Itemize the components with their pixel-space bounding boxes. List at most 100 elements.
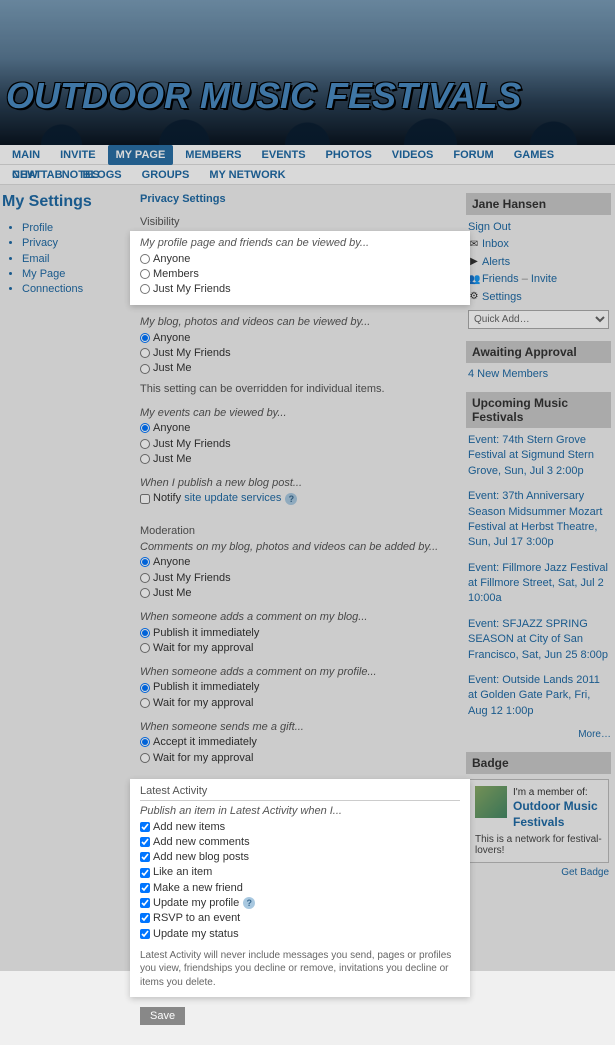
settings-nav-privacy[interactable]: Privacy xyxy=(22,237,58,249)
badge-description: This is a network for festival-lovers! xyxy=(475,834,602,856)
inbox-link[interactable]: Inbox xyxy=(482,237,509,252)
latest-activity-label-4: Make a new friend xyxy=(153,881,243,895)
events-visibility-radio-2[interactable] xyxy=(140,454,150,464)
help-icon[interactable]: ? xyxy=(243,897,255,909)
nav-photos[interactable]: PHOTOS xyxy=(318,145,380,165)
blog-visibility-label-1: Just My Friends xyxy=(153,346,231,360)
profile-comment-mod-radio-1[interactable] xyxy=(140,698,150,708)
override-note: This setting can be overridden for indiv… xyxy=(140,382,460,396)
badge-member-of: I'm a member of: xyxy=(513,786,602,799)
latest-activity-label-5: Update my profile xyxy=(153,896,239,910)
question-gift: When someone sends me a gift... xyxy=(140,720,460,734)
primary-nav: MAININVITEMY PAGEMEMBERSEVENTSPHOTOSVIDE… xyxy=(0,145,615,165)
profile-comment-mod-radio-0[interactable] xyxy=(140,683,150,693)
gift-mod-label-1: Wait for my approval xyxy=(153,751,253,765)
question-blog-visibility: My blog, photos and videos can be viewed… xyxy=(140,315,460,329)
save-button[interactable]: Save xyxy=(140,1007,185,1025)
settings-nav-email[interactable]: Email xyxy=(22,253,50,265)
question-profile-comment: When someone adds a comment on my profil… xyxy=(140,665,460,679)
latest-activity-checkbox-4[interactable] xyxy=(140,883,150,893)
profile-visibility-label-0: Anyone xyxy=(153,252,190,266)
blog-visibility-radio-2[interactable] xyxy=(140,364,150,374)
latest-activity-block: Latest Activity Publish an item in Lates… xyxy=(130,779,470,997)
question-blog-comment: When someone adds a comment on my blog..… xyxy=(140,610,460,624)
latest-activity-checkbox-1[interactable] xyxy=(140,837,150,847)
event-link-1[interactable]: Event: 37th Anniversary Season Midsummer… xyxy=(468,490,603,548)
latest-activity-label-1: Add new comments xyxy=(153,835,250,849)
events-visibility-radio-1[interactable] xyxy=(140,439,150,449)
awaiting-approval-header: Awaiting Approval xyxy=(466,341,611,363)
subnav-new-tab[interactable]: NEW TAB xyxy=(4,165,71,185)
profile-visibility-radio-1[interactable] xyxy=(140,269,150,279)
comments-by-radio-0[interactable] xyxy=(140,557,150,567)
gift-mod-label-0: Accept it immediately xyxy=(153,735,257,749)
latest-activity-label-6: RSVP to an event xyxy=(153,911,240,925)
events-visibility-label-0: Anyone xyxy=(153,421,190,435)
latest-activity-label-7: Update my status xyxy=(153,927,239,941)
nav-forum[interactable]: FORUM xyxy=(445,145,501,165)
nav-invite[interactable]: INVITE xyxy=(52,145,103,165)
events-visibility-radio-0[interactable] xyxy=(140,423,150,433)
help-icon[interactable]: ? xyxy=(285,493,297,505)
subnav-my-network[interactable]: MY NETWORK xyxy=(201,165,293,185)
quick-add-select[interactable]: Quick Add… xyxy=(468,310,609,329)
badge-avatar xyxy=(475,786,507,818)
friends-link[interactable]: Friends xyxy=(482,272,519,287)
settings-nav-connections[interactable]: Connections xyxy=(22,283,83,295)
event-link-4[interactable]: Event: Outside Lands 2011 at Golden Gate… xyxy=(468,674,600,717)
signout-link[interactable]: Sign Out xyxy=(468,220,511,235)
invite-link[interactable]: Invite xyxy=(531,272,557,287)
gift-mod-radio-0[interactable] xyxy=(140,737,150,747)
question-latest-activity: Publish an item in Latest Activity when … xyxy=(140,804,460,818)
secondary-nav: NEW TABBLOGSGROUPSMY NETWORK xyxy=(0,165,615,185)
comments-by-radio-1[interactable] xyxy=(140,573,150,583)
site-title: OUTDOOR MUSIC FESTIVALS xyxy=(6,75,521,117)
settings-link[interactable]: Settings xyxy=(482,290,522,305)
notify-services-link[interactable]: site update services xyxy=(184,492,281,504)
privacy-heading: Privacy Settings xyxy=(140,193,460,205)
event-link-0[interactable]: Event: 74th Stern Grove Festival at Sigm… xyxy=(468,434,594,477)
comments-by-label-0: Anyone xyxy=(153,555,190,569)
settings-nav-profile[interactable]: Profile xyxy=(22,222,53,234)
latest-activity-checkbox-3[interactable] xyxy=(140,868,150,878)
nav-members[interactable]: MEMBERS xyxy=(177,145,249,165)
profile-comment-mod-label-1: Wait for my approval xyxy=(153,696,253,710)
nav-games[interactable]: GAMES xyxy=(506,145,562,165)
comments-by-label-2: Just Me xyxy=(153,586,192,600)
profile-visibility-radio-0[interactable] xyxy=(140,254,150,264)
blog-comment-mod-label-1: Wait for my approval xyxy=(153,641,253,655)
latest-activity-checkbox-7[interactable] xyxy=(140,929,150,939)
blog-comment-mod-radio-0[interactable] xyxy=(140,628,150,638)
blog-visibility-radio-1[interactable] xyxy=(140,348,150,358)
subnav-groups[interactable]: GROUPS xyxy=(134,165,198,185)
badge-network-title: Outdoor Music Festivals xyxy=(513,799,602,830)
alerts-link[interactable]: Alerts xyxy=(482,255,510,270)
comments-by-radio-2[interactable] xyxy=(140,588,150,598)
get-badge-link[interactable]: Get Badge xyxy=(561,867,609,878)
blog-comment-mod-label-0: Publish it immediately xyxy=(153,626,259,640)
nav-videos[interactable]: VIDEOS xyxy=(384,145,442,165)
profile-visibility-radio-2[interactable] xyxy=(140,284,150,294)
event-link-2[interactable]: Event: Fillmore Jazz Festival at Fillmor… xyxy=(468,562,608,605)
latest-activity-checkbox-0[interactable] xyxy=(140,822,150,832)
nav-main[interactable]: MAIN xyxy=(4,145,48,165)
latest-activity-label: Latest Activity xyxy=(140,784,460,798)
nav-events[interactable]: EVENTS xyxy=(254,145,314,165)
latest-activity-checkbox-6[interactable] xyxy=(140,913,150,923)
subnav-blogs[interactable]: BLOGS xyxy=(75,165,130,185)
notify-checkbox[interactable] xyxy=(140,494,150,504)
blog-comment-mod-radio-1[interactable] xyxy=(140,643,150,653)
gift-mod-radio-1[interactable] xyxy=(140,753,150,763)
latest-activity-checkbox-5[interactable] xyxy=(140,898,150,908)
site-header: OUTDOOR MUSIC FESTIVALS xyxy=(0,0,615,145)
settings-nav-my-page[interactable]: My Page xyxy=(22,268,65,280)
latest-activity-checkbox-2[interactable] xyxy=(140,852,150,862)
new-members-link[interactable]: 4 New Members xyxy=(468,368,548,380)
event-link-3[interactable]: Event: SFJAZZ SPRING SEASON at City of S… xyxy=(468,618,608,661)
events-visibility-label-2: Just Me xyxy=(153,452,192,466)
blog-visibility-radio-0[interactable] xyxy=(140,333,150,343)
profile-visibility-label-1: Members xyxy=(153,267,199,281)
more-events-link[interactable]: More… xyxy=(578,729,611,740)
nav-my-page[interactable]: MY PAGE xyxy=(108,145,174,165)
latest-activity-label-0: Add new items xyxy=(153,820,225,834)
